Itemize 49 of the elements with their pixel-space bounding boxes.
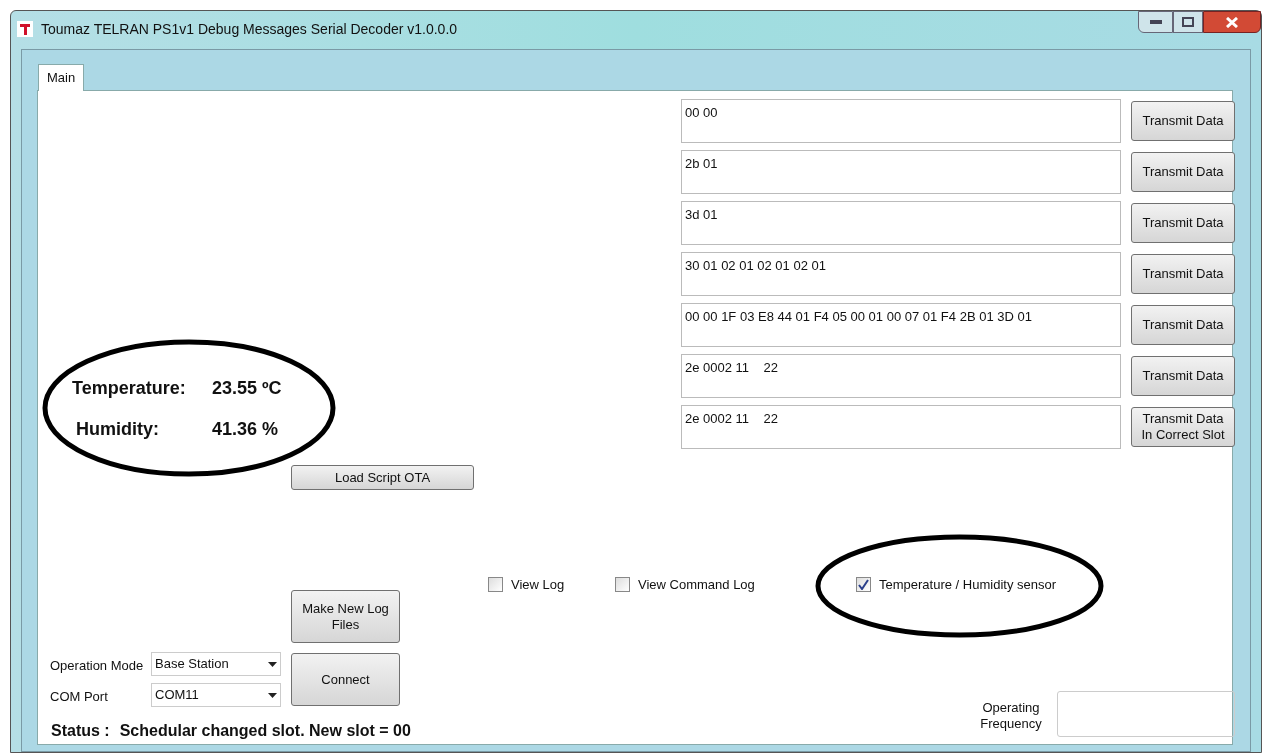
data-field[interactable]: 2e 0002 11 22: [681, 354, 1121, 398]
field-label: Operation Mode: [50, 657, 144, 675]
minimize-button[interactable]: [1138, 11, 1173, 33]
data-field[interactable]: 2e 0002 11 22: [681, 405, 1121, 449]
transmit-data-button[interactable]: Transmit Data: [1131, 254, 1235, 294]
status-label: Status :: [51, 721, 110, 741]
transmit-data-button[interactable]: Transmit Data: [1131, 356, 1235, 396]
tab[interactable]: Main: [38, 64, 85, 91]
checkbox[interactable]: [615, 577, 630, 593]
operating-frequency-field[interactable]: [1057, 691, 1235, 737]
caret-icon: [268, 661, 277, 667]
minimize-icon: [1149, 20, 1162, 24]
checkbox-label: View Log: [511, 576, 565, 594]
close-button[interactable]: [1203, 11, 1261, 33]
data-field[interactable]: 30 01 02 01 02 01 02 01: [681, 252, 1121, 296]
checkbox[interactable]: [488, 577, 503, 593]
checkbox-label: View Command Log: [638, 576, 755, 594]
transmit-data-button[interactable]: Transmit Data: [1131, 101, 1235, 141]
dropdown[interactable]: Base Station: [151, 652, 281, 676]
data-field[interactable]: 00 00 1F 03 E8 44 01 F4 05 00 01 00 07 01 F4 2B 01 3D 01: [681, 303, 1121, 347]
dropdown-value: COM11: [155, 686, 199, 705]
dropdown[interactable]: COM11: [151, 683, 281, 707]
maximize-icon: [1182, 17, 1194, 27]
transmit-data-button[interactable]: Transmit Data: [1131, 203, 1235, 243]
check-icon: [858, 579, 869, 591]
reading-label: Humidity:: [75, 418, 160, 441]
transmit-data-button[interactable]: Transmit Data In Correct Slot: [1131, 407, 1235, 447]
checkbox[interactable]: [856, 577, 871, 593]
data-field[interactable]: 3d 01: [681, 201, 1121, 245]
transmit-data-button[interactable]: Transmit Data: [1131, 152, 1235, 192]
data-field[interactable]: 00 00: [681, 99, 1121, 143]
maximize-button[interactable]: [1173, 11, 1203, 33]
app-logo-icon: [17, 21, 33, 37]
field-label: COM Port: [50, 688, 108, 706]
make-log-files-button[interactable]: Make New Log Files: [291, 590, 400, 643]
transmit-data-button[interactable]: Transmit Data: [1131, 305, 1235, 345]
caret-icon: [268, 692, 277, 698]
data-field[interactable]: 2b 01: [681, 150, 1121, 194]
connect-button[interactable]: Connect: [291, 653, 400, 706]
field-label: Operating Frequency: [979, 700, 1043, 732]
checkbox-label: Temperature / Humidity sensor: [879, 576, 1056, 594]
dropdown-value: Base Station: [155, 655, 229, 674]
window-title: Toumaz TELRAN PS1v1 Debug Messages Serial Decoder v1.0.0.0: [41, 19, 458, 39]
load-script-button[interactable]: Load Script OTA: [291, 465, 474, 490]
status-text: Schedular changed slot. New slot = 00: [119, 721, 411, 741]
reading-value: 41.36 %: [212, 418, 280, 441]
close-icon: [1226, 16, 1238, 28]
reading-value: 23.55 ºC: [212, 377, 282, 400]
reading-label: Temperature:: [72, 377, 187, 400]
